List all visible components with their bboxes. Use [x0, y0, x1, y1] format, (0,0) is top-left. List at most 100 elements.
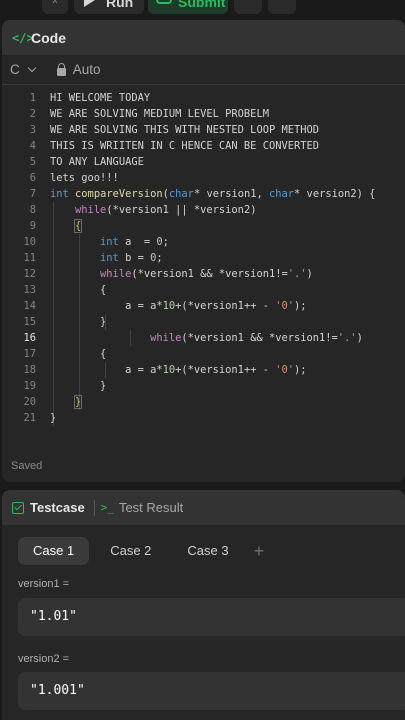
code-text: a = a*10+(*version1++ - '0'); — [50, 300, 307, 312]
run-label: Run — [106, 0, 134, 10]
line-number: 4 — [29, 140, 36, 152]
debug-button[interactable]: x — [42, 0, 68, 14]
timer-button[interactable] — [234, 0, 262, 14]
code-text: WE ARE SOLVING THIS WITH NESTED LOOP MET… — [50, 124, 319, 136]
line-number: 12 — [23, 268, 36, 280]
language-bar: C Auto — [2, 55, 405, 85]
code-line: 8 while(*version1 || *version2) — [2, 202, 405, 218]
submit-button[interactable]: Submit — [148, 0, 228, 14]
code-text: TO ANY LANGUAGE — [50, 156, 144, 168]
code-text: a = a*10+(*version1++ - '0'); — [50, 364, 307, 376]
code-text: int a = 0; — [100, 236, 169, 248]
code-line: 16 while(*version1 && *version1!='.') — [2, 330, 405, 346]
code-line: 4 THIS IS WRIITEN IN C HENCE CAN BE CONVE… — [2, 138, 405, 154]
top-toolbar: x Run Submit — [0, 0, 405, 20]
line-number: 2 — [29, 108, 36, 120]
code-line: 2 WE ARE SOLVING MEDIUM LEVEL PROBELM — [2, 106, 405, 122]
input-label-version1: version1 = — [18, 578, 70, 590]
save-status: Saved — [11, 460, 43, 472]
line-number: 1 — [29, 92, 36, 104]
line-number: 9 — [29, 220, 36, 232]
note-button[interactable] — [268, 0, 296, 14]
code-line: 1 HI WELCOME TODAY — [2, 90, 405, 106]
line-number: 10 — [23, 236, 36, 248]
tab-test-result[interactable]: Test Result — [119, 500, 183, 515]
code-line: 19 } — [2, 378, 405, 394]
code-line: 21} — [2, 410, 405, 426]
line-number: 14 — [23, 300, 36, 312]
case-tab-2[interactable]: Case 2 — [95, 537, 166, 565]
debug-label: x — [52, 0, 58, 6]
code-text: while(*version1 || *version2) — [75, 204, 257, 216]
line-number: 21 — [23, 412, 36, 424]
terminal-icon: >_ — [100, 501, 114, 514]
code-text: while(*version1 && *version1!='.') — [150, 332, 363, 344]
add-case-icon[interactable]: + — [254, 537, 265, 565]
tab-testcase[interactable]: Testcase — [30, 500, 85, 515]
run-button[interactable]: Run — [74, 0, 144, 14]
line-number: 18 — [23, 364, 36, 376]
input-label-version2: version2 = — [18, 653, 70, 665]
code-icon: </> — [12, 30, 34, 45]
line-number: 16 — [23, 332, 36, 344]
play-icon — [84, 0, 95, 7]
code-line: 3 WE ARE SOLVING THIS WITH NESTED LOOP ME… — [2, 122, 405, 138]
case-tabs: Case 1 Case 2 Case 3 + — [18, 537, 264, 565]
code-line: 18 a = a*10+(*version1++ - '0'); — [2, 362, 405, 378]
code-text: } — [50, 316, 107, 328]
case-tab-1[interactable]: Case 1 — [18, 537, 90, 565]
code-text: { — [50, 284, 107, 296]
code-text: HI WELCOME TODAY — [50, 92, 151, 104]
code-line: 11 int b = 0; — [2, 250, 405, 266]
code-text: } — [73, 395, 83, 409]
line-number: 3 — [29, 124, 36, 136]
code-text: { — [73, 219, 83, 233]
code-line: 15 } — [2, 314, 405, 330]
code-text: WE ARE SOLVING MEDIUM LEVEL PROBELM — [50, 108, 269, 120]
code-line: 9 { — [2, 218, 405, 234]
language-select[interactable]: C — [10, 62, 36, 77]
line-number: 7 — [29, 188, 36, 200]
code-text: while(*version1 && *version1!='.') — [100, 268, 313, 280]
language-value: C — [10, 62, 20, 77]
input-field-version2[interactable]: "1.001" — [18, 672, 405, 710]
line-number: 20 — [23, 396, 36, 408]
code-line: 10 int a = 0; — [2, 234, 405, 250]
testcase-panel: Testcase >_ Test Result Case 1 Case 2 Ca… — [2, 490, 405, 720]
code-editor[interactable]: 1 HI WELCOME TODAY 2 WE ARE SOLVING MEDIUM… — [2, 90, 405, 426]
upload-icon — [156, 0, 172, 4]
code-line: 12 while(*version1 && *version1!='.') — [2, 266, 405, 282]
code-text: int compareVersion(char* version1, char*… — [50, 188, 376, 200]
code-line: 5 TO ANY LANGUAGE — [2, 154, 405, 170]
code-text: THIS IS WRIITEN IN C HENCE CAN BE CONVER… — [50, 140, 319, 152]
checkbox-icon — [12, 501, 24, 514]
line-number: 13 — [23, 284, 36, 296]
line-number: 19 — [23, 380, 36, 392]
testcase-panel-header: Testcase >_ Test Result — [2, 490, 405, 525]
submit-label: Submit — [178, 0, 226, 10]
code-text: lets goo!!! — [50, 172, 119, 184]
code-panel-header: </> Code — [2, 20, 405, 55]
input-field-version1[interactable]: "1.01" — [18, 598, 405, 636]
line-number: 15 — [23, 316, 36, 328]
line-number: 6 — [29, 172, 36, 184]
chevron-down-icon — [27, 63, 36, 72]
code-text: } — [50, 412, 57, 424]
line-number: 5 — [29, 156, 36, 168]
code-line: 13 { — [2, 282, 405, 298]
code-panel: </> Code C Auto 1 HI WELCOME TODAY 2 WE AR… — [2, 20, 405, 482]
line-number: 17 — [23, 348, 36, 360]
code-text: int b = 0; — [100, 252, 163, 264]
line-number: 11 — [23, 252, 36, 264]
code-line: 14 a = a*10+(*version1++ - '0'); — [2, 298, 405, 314]
code-text: } — [50, 380, 107, 392]
auto-mode-label[interactable]: Auto — [73, 62, 101, 77]
code-line: 7 int compareVersion(char* version1, char… — [2, 186, 405, 202]
case-tab-3[interactable]: Case 3 — [172, 537, 243, 565]
tab-divider — [93, 499, 95, 516]
code-line: 20 } — [2, 394, 405, 410]
code-line: 17 { — [2, 346, 405, 362]
code-text: { — [50, 348, 107, 360]
lock-icon — [56, 62, 66, 76]
code-panel-title: Code — [31, 29, 66, 46]
